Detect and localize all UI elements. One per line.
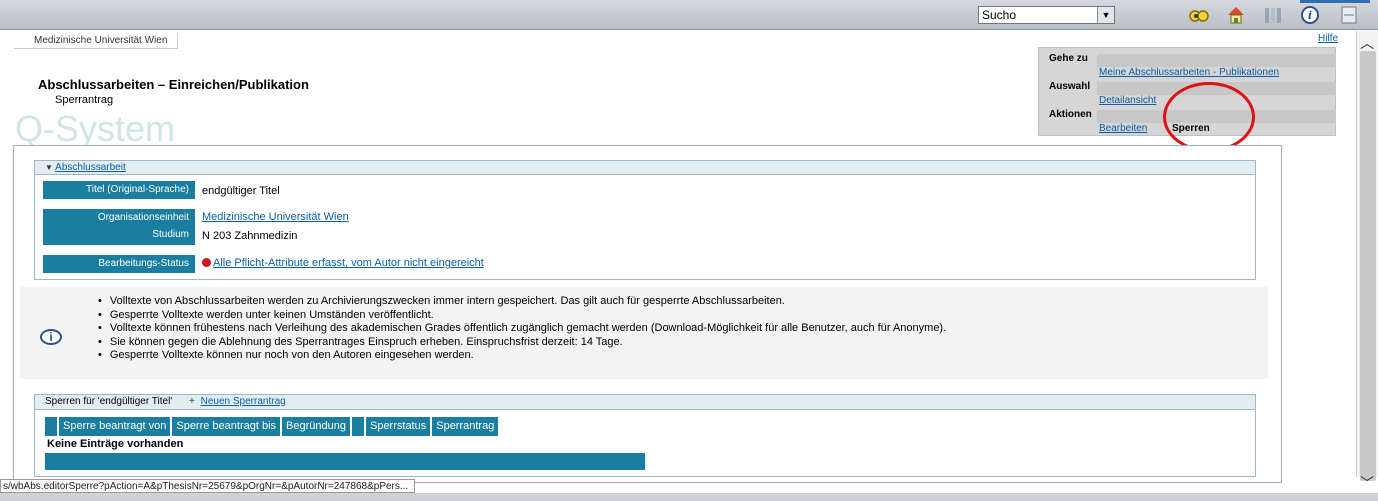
vertical-scrollbar[interactable] <box>1356 31 1378 481</box>
status-link[interactable]: Alle Pflicht-Attribute erfasst, vom Auto… <box>213 257 484 269</box>
help-link[interactable]: Hilfe <box>1318 33 1338 44</box>
page-title: Abschlussarbeiten – Einreichen/Publikati… <box>38 77 309 92</box>
info-list: Volltexte von Abschlussarbeiten werden z… <box>98 295 946 363</box>
selection-label: Auswahl <box>1049 81 1091 92</box>
status-label: Bearbeitungs-Status <box>43 255 195 273</box>
home-icon[interactable] <box>1225 4 1247 26</box>
info-bubble-icon: i <box>40 329 62 345</box>
empty-table-message: Keine Einträge vorhanden <box>47 438 184 450</box>
column-header-reason[interactable]: Begründung <box>282 417 352 436</box>
column-header-requested-by[interactable]: Sperre beantragt von <box>59 417 173 436</box>
search-select[interactable]: Sucho <box>978 6 1115 24</box>
svg-text:i: i <box>1308 9 1312 22</box>
breadcrumb[interactable]: Medizinische Universität Wien <box>14 33 179 49</box>
scroll-down-icon[interactable]: ﹀ <box>1358 473 1376 491</box>
locks-table-header: Sperre beantragt von Sperre beantragt bi… <box>45 417 501 436</box>
org-label: Organisationseinheit <box>97 212 189 223</box>
red-highlight-circle <box>1163 82 1255 152</box>
org-value-link[interactable]: Medizinische Universität Wien <box>202 211 349 223</box>
locks-section-header: Sperren für 'endgültiger Titel' + Neuen … <box>35 395 1255 410</box>
goto-label: Gehe zu <box>1049 53 1088 64</box>
info-section: i Volltexte von Abschlussarbeiten werden… <box>20 287 1268 379</box>
scroll-up-icon[interactable]: ︿ <box>1358 33 1376 51</box>
active-tab-indicator <box>1300 0 1370 3</box>
status-bar-url: s/wbAbs.editorSperre?pAction=A&pThesisNr… <box>0 479 416 493</box>
title-value: endgültiger Titel <box>202 185 280 197</box>
locks-table-footer <box>45 453 645 470</box>
library-icon[interactable] <box>1262 4 1284 26</box>
info-item: Gesperrte Volltexte können nur noch von … <box>98 349 946 362</box>
goto-strip <box>1097 54 1336 67</box>
title-label: Titel (Original-Sprache) <box>43 181 195 199</box>
edit-link[interactable]: Bearbeiten <box>1099 123 1147 134</box>
org-study-label-block: Organisationseinheit Studium <box>43 209 195 245</box>
red-status-dot-icon <box>202 258 211 267</box>
column-header-spacer <box>351 417 366 436</box>
scrollbar-thumb[interactable] <box>1360 51 1376 481</box>
new-lock-request-link[interactable]: Neuen Sperrantrag <box>201 396 286 407</box>
column-header-lock-request[interactable]: Sperrantrag <box>432 417 501 436</box>
actions-label: Aktionen <box>1049 109 1092 120</box>
column-header-lock-status[interactable]: Sperrstatus <box>365 417 433 436</box>
thesis-section-header[interactable]: ▼ Abschlussarbeit <box>35 161 1255 175</box>
page-subtitle: Sperrantrag <box>55 94 114 106</box>
locks-header-title: Sperren für 'endgültiger Titel' <box>45 396 173 407</box>
thesis-section: ▼ Abschlussarbeit Titel (Original-Sprach… <box>34 160 1256 280</box>
glasses-icon[interactable] <box>1188 4 1210 26</box>
chevron-down-icon[interactable]: ▼ <box>1097 7 1114 23</box>
top-toolbar: Sucho ▼ i <box>0 0 1378 30</box>
bottom-strip <box>0 493 1378 501</box>
column-header-requested-until[interactable]: Sperre beantragt bis <box>172 417 283 436</box>
info-item: Volltexte können frühestens nach Verleih… <box>98 322 946 335</box>
plus-icon[interactable]: + <box>189 396 195 407</box>
thesis-section-toggle[interactable]: Abschlussarbeit <box>55 162 126 173</box>
info-item: Gesperrte Volltexte werden unter keinen … <box>98 309 946 322</box>
status-value: Alle Pflicht-Attribute erfasst, vom Auto… <box>202 257 484 269</box>
locks-section: Sperren für 'endgültiger Titel' + Neuen … <box>34 394 1256 477</box>
my-theses-publications-link[interactable]: Meine Abschlussarbeiten - Publikationen <box>1099 67 1279 78</box>
info-item: Sie können gegen die Ablehnung des Sperr… <box>98 336 946 349</box>
info-item: Volltexte von Abschlussarbeiten werden z… <box>98 295 946 308</box>
q-system-logo: Q-System <box>15 108 176 149</box>
study-label: Studium <box>152 229 189 240</box>
search-select-value: Sucho <box>982 8 1017 22</box>
column-header-empty <box>45 417 59 436</box>
collapse-triangle-icon[interactable]: ▼ <box>45 163 53 172</box>
info-icon[interactable]: i <box>1299 4 1321 26</box>
language-de-en-icon[interactable] <box>1338 4 1360 26</box>
study-value: N 203 Zahnmedizin <box>202 230 298 242</box>
detail-view-link[interactable]: Detailansicht <box>1099 95 1156 106</box>
